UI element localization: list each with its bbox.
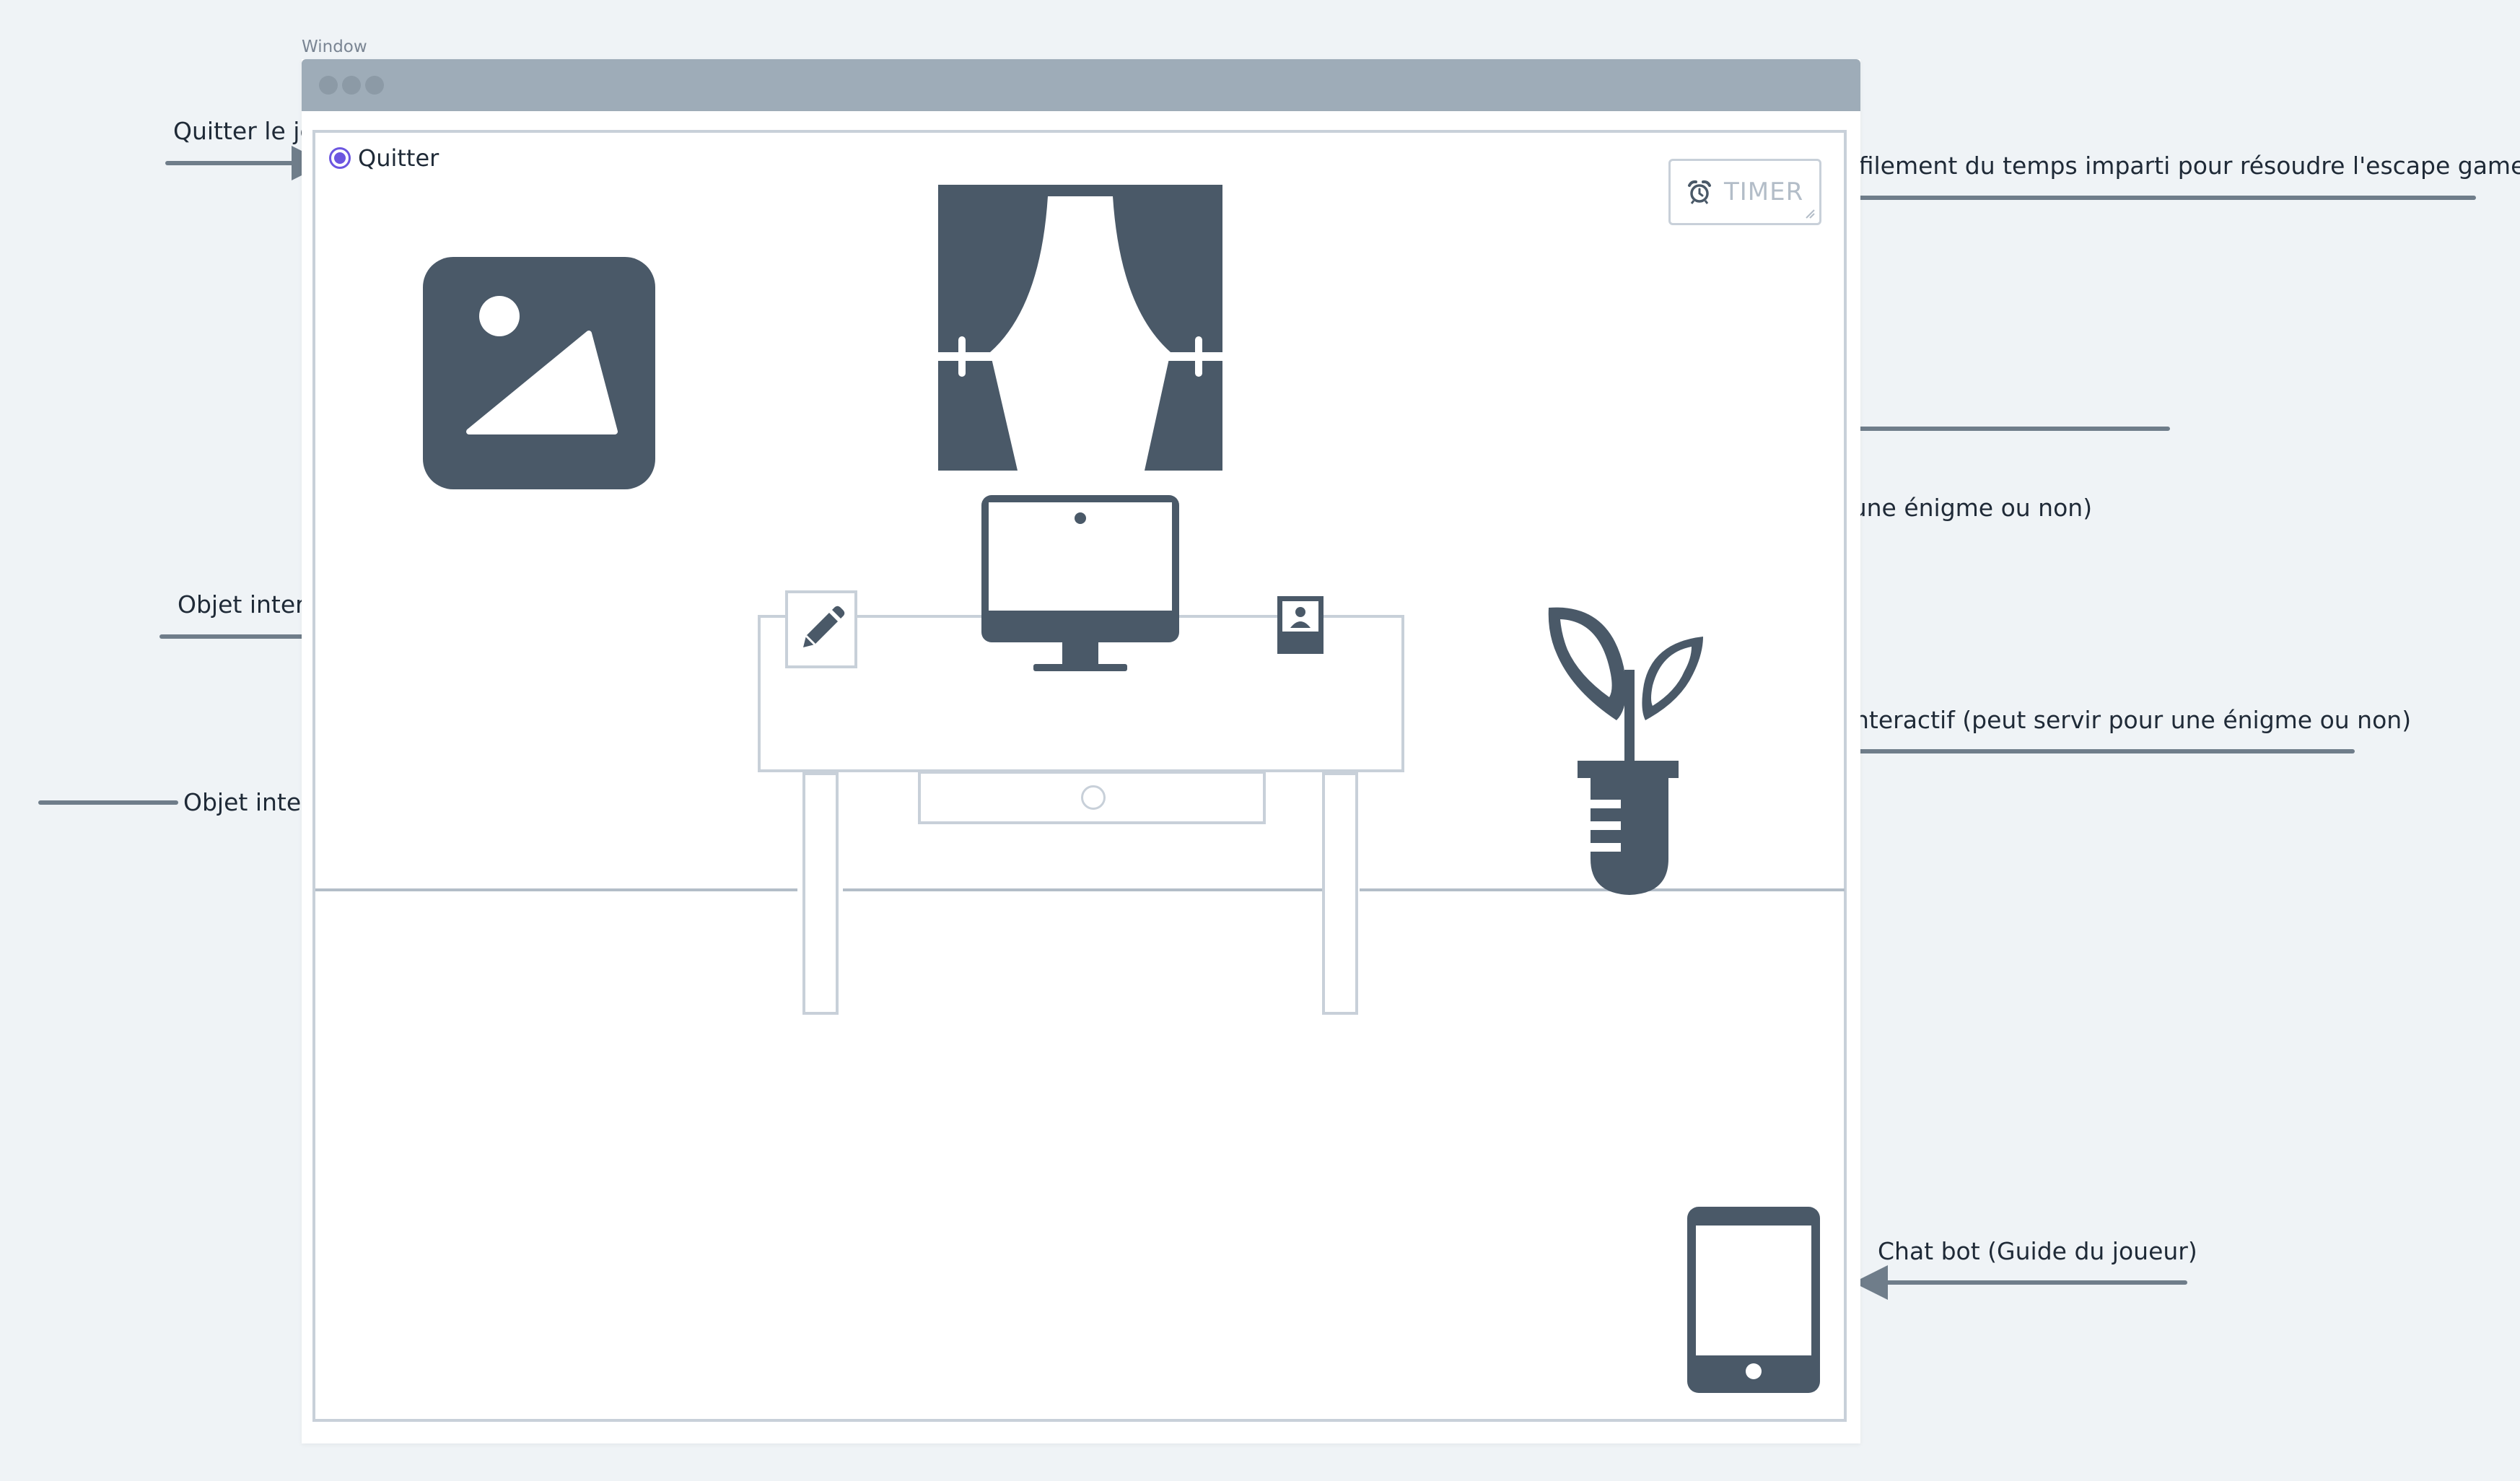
plant-icon[interactable]: [1544, 605, 1710, 898]
quit-radio[interactable]: Quitter: [329, 144, 439, 172]
floor-line: [843, 888, 1322, 891]
timer-placeholder: TIMER: [1724, 178, 1804, 206]
annotation-timer: Défilement du temps imparti pour résoudr…: [1826, 152, 2520, 180]
image-icon[interactable]: [423, 257, 655, 489]
radio-circle[interactable]: [329, 147, 351, 169]
window-maximize-dot[interactable]: [365, 76, 384, 95]
portrait-frame-icon[interactable]: [1277, 596, 1324, 654]
desk-drawer[interactable]: [918, 771, 1266, 824]
curtains-icon[interactable]: [938, 185, 1222, 471]
desktop-monitor-icon[interactable]: [981, 495, 1179, 674]
drawer-knob: [1081, 785, 1106, 810]
annotation-plant: Objet interactif (peut servir pour une é…: [1775, 706, 2412, 734]
desk-leg-right: [1322, 772, 1358, 1015]
desk-leg-left: [802, 772, 839, 1015]
pencil-icon: [803, 606, 845, 647]
annotation-chatbot: Chat bot (Guide du joueur): [1878, 1237, 2197, 1265]
window-close-dot[interactable]: [319, 76, 338, 95]
window-minimize-dot[interactable]: [342, 76, 361, 95]
pencil-object[interactable]: [785, 590, 857, 668]
resize-handle-icon[interactable]: [1805, 209, 1815, 219]
tablet-icon[interactable]: [1687, 1207, 1820, 1393]
timer-field[interactable]: TIMER: [1668, 159, 1821, 225]
window-label: Window: [302, 38, 367, 56]
floor-line: [315, 888, 797, 891]
quit-label: Quitter: [358, 144, 439, 172]
alarm-clock-icon: [1688, 180, 1711, 204]
window-titlebar: [302, 59, 1860, 111]
